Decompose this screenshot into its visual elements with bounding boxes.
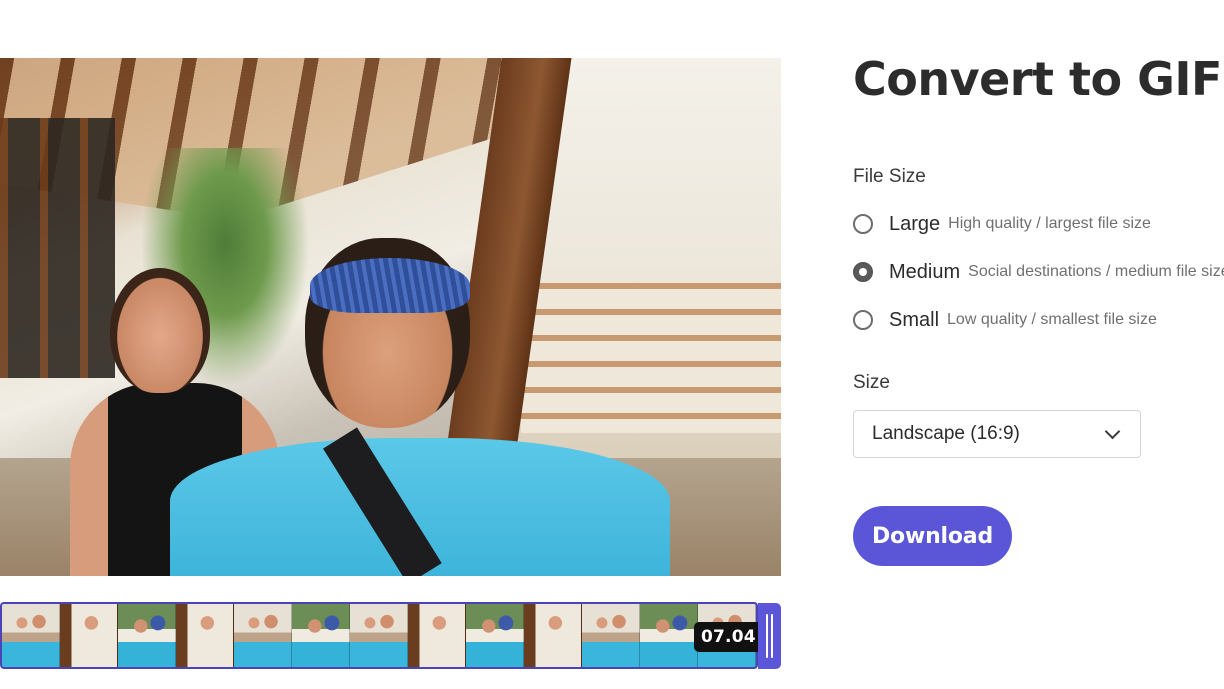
chevron-down-icon	[1104, 423, 1121, 439]
radio-label: Small	[889, 308, 940, 331]
radio-description: High quality / largest file size	[948, 215, 1151, 232]
radio-description: Social destinations / medium file size	[968, 263, 1224, 280]
man-headband	[310, 258, 470, 313]
preview-person-man	[170, 238, 670, 576]
filmstrip-frame	[292, 604, 350, 667]
radio-button[interactable]	[853, 310, 873, 330]
filmstrip-frame	[234, 604, 292, 667]
radio-medium[interactable]: Medium Social destinations / medium file…	[853, 260, 1224, 284]
download-button[interactable]: Download	[853, 506, 1012, 566]
filmstrip-frame	[466, 604, 524, 667]
video-preview	[0, 58, 781, 576]
timeline-filmstrip[interactable]	[0, 602, 758, 669]
trim-grip-line	[766, 614, 768, 658]
size-select-value: Landscape (16:9)	[872, 423, 1020, 444]
trim-grip-line	[771, 614, 773, 658]
file-size-label: File Size	[853, 166, 926, 187]
filmstrip-frame	[582, 604, 640, 667]
radio-description: Low quality / smallest file size	[947, 311, 1157, 328]
filmstrip-frame	[350, 604, 408, 667]
filmstrip-frame	[408, 604, 466, 667]
filmstrip-frame	[640, 604, 698, 667]
radio-button[interactable]	[853, 214, 873, 234]
size-label: Size	[853, 372, 890, 393]
filmstrip-frame	[118, 604, 176, 667]
duration-badge: 07.04	[694, 622, 763, 652]
radio-large[interactable]: Large High quality / largest file size	[853, 212, 1151, 236]
filmstrip-frame	[2, 604, 60, 667]
size-select[interactable]: Landscape (16:9)	[853, 410, 1141, 458]
trim-handle-right[interactable]	[758, 603, 781, 669]
filmstrip-frame	[176, 604, 234, 667]
radio-small[interactable]: Small Low quality / smallest file size	[853, 308, 1157, 332]
page-title: Convert to GIF	[853, 52, 1222, 106]
filmstrip-frame	[524, 604, 582, 667]
radio-label: Medium	[889, 260, 961, 283]
radio-label: Large	[889, 212, 941, 235]
filmstrip-frame	[60, 604, 118, 667]
radio-button[interactable]	[853, 262, 873, 282]
